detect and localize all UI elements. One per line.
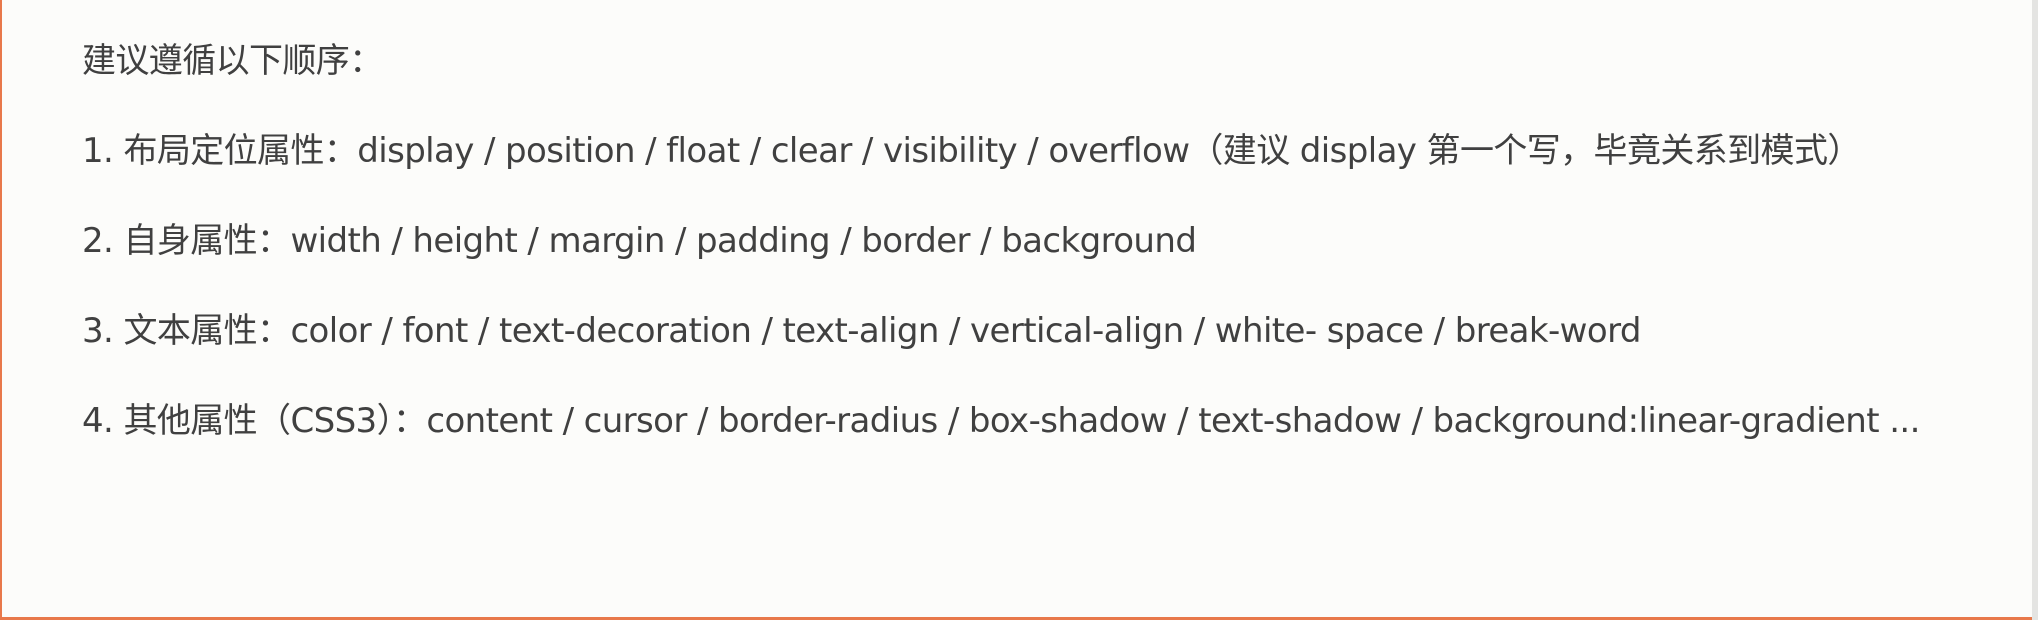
slide-frame: 建议遵循以下顺序： 1. 布局定位属性：display / position /… [0,0,2038,620]
intro-text: 建议遵循以下顺序： [82,41,383,81]
list-item-self-properties: 2. 自身属性：width / height / margin / paddin… [82,221,1197,261]
slide-content: 建议遵循以下顺序： 1. 布局定位属性：display / position /… [82,36,2032,486]
list-item-text-properties: 3. 文本属性：color / font / text-decoration /… [82,311,1641,351]
list-item-other-properties: 4. 其他属性（CSS3）：content / cursor / border-… [82,401,1920,441]
right-edge-bar [2032,0,2038,620]
list-item-layout-properties: 1. 布局定位属性：display / position / float / c… [82,131,1861,171]
